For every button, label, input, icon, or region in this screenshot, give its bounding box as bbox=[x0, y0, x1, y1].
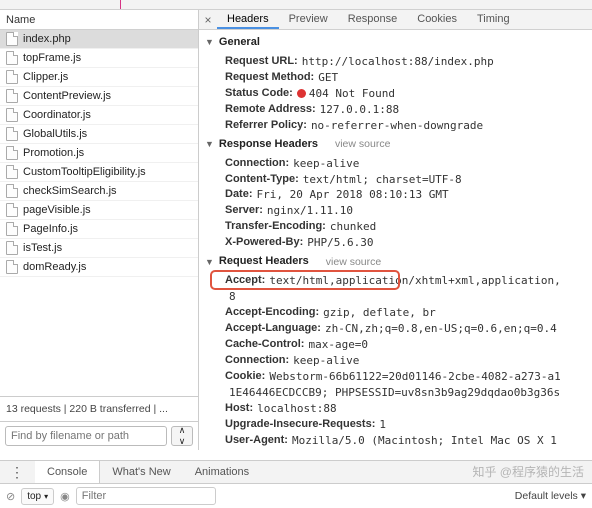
drawer-tab-what-s-new[interactable]: What's New bbox=[100, 461, 182, 483]
clear-console-icon[interactable]: ⊘ bbox=[6, 490, 15, 503]
log-levels-selector[interactable]: Default levels ▾ bbox=[515, 490, 586, 502]
file-name-label: Clipper.js bbox=[23, 71, 68, 83]
file-row[interactable]: GlobalUtils.js bbox=[0, 125, 198, 144]
file-icon bbox=[6, 184, 18, 198]
file-name-label: index.php bbox=[23, 33, 71, 45]
file-name-label: GlobalUtils.js bbox=[23, 128, 87, 140]
name-column-header[interactable]: Name bbox=[0, 10, 198, 30]
console-toolbar: ⊘ top▾ ◉ Default levels ▾ bbox=[0, 484, 592, 508]
header-row: Host:localhost:88 bbox=[205, 401, 592, 417]
file-name-label: ContentPreview.js bbox=[23, 90, 111, 102]
network-file-panel: Name index.php topFrame.js Clipper.js Conte… bbox=[0, 10, 199, 450]
file-row[interactable]: PageInfo.js bbox=[0, 220, 198, 239]
header-row: Referrer Policy:no-referrer-when-downgra… bbox=[205, 118, 592, 134]
filter-dropdown-button[interactable]: ∧∨ bbox=[171, 426, 193, 446]
file-name-label: checkSimSearch.js bbox=[23, 185, 117, 197]
file-icon bbox=[6, 203, 18, 217]
disclosure-triangle-icon: ▼ bbox=[205, 36, 214, 49]
header-row: Accept-Language:zh-CN,zh;q=0.8,en-US;q=0… bbox=[205, 321, 592, 337]
tab-preview[interactable]: Preview bbox=[279, 10, 338, 29]
file-name-label: Promotion.js bbox=[23, 147, 84, 159]
file-icon bbox=[6, 241, 18, 255]
header-row: User-Agent:Mozilla/5.0 (Macintosh; Intel… bbox=[205, 433, 592, 449]
file-row[interactable]: domReady.js bbox=[0, 258, 198, 277]
tab-cookies[interactable]: Cookies bbox=[407, 10, 467, 29]
file-row[interactable]: Coordinator.js bbox=[0, 106, 198, 125]
header-row: Transfer-Encoding:chunked bbox=[205, 219, 592, 235]
file-name-label: pageVisible.js bbox=[23, 204, 91, 216]
console-filter-input[interactable] bbox=[76, 487, 216, 505]
file-icon bbox=[6, 222, 18, 236]
section-header[interactable]: ▼Response Headersview source bbox=[205, 134, 592, 156]
file-name-label: isTest.js bbox=[23, 242, 62, 254]
file-icon bbox=[6, 146, 18, 160]
drawer-tab-console[interactable]: Console bbox=[35, 461, 100, 483]
tab-timing[interactable]: Timing bbox=[467, 10, 520, 29]
disclosure-triangle-icon: ▼ bbox=[205, 256, 214, 269]
header-row: Request Method:GET bbox=[205, 70, 592, 86]
header-row: Content-Type:text/html; charset=UTF-8 bbox=[205, 172, 592, 188]
file-icon bbox=[6, 70, 18, 84]
tab-response[interactable]: Response bbox=[338, 10, 408, 29]
header-row: Cache-Control:max-age=0 bbox=[205, 337, 592, 353]
request-detail-panel: × HeadersPreviewResponseCookiesTiming ▼G… bbox=[199, 10, 592, 450]
drawer-tab-bar: ⋮ ConsoleWhat's NewAnimations bbox=[0, 460, 592, 484]
disclosure-triangle-icon: ▼ bbox=[205, 138, 214, 151]
file-icon bbox=[6, 51, 18, 65]
file-icon bbox=[6, 32, 18, 46]
file-row[interactable]: checkSimSearch.js bbox=[0, 182, 198, 201]
file-row[interactable]: ContentPreview.js bbox=[0, 87, 198, 106]
file-row[interactable]: topFrame.js bbox=[0, 49, 198, 68]
header-row: X-Powered-By:PHP/5.6.30 bbox=[205, 235, 592, 251]
file-icon bbox=[6, 260, 18, 274]
header-row: Remote Address:127.0.0.1:88 bbox=[205, 102, 592, 118]
header-row: Request URL:http://localhost:88/index.ph… bbox=[205, 54, 592, 70]
drawer-menu-icon[interactable]: ⋮ bbox=[0, 464, 35, 481]
file-icon bbox=[6, 89, 18, 103]
eye-icon[interactable]: ◉ bbox=[60, 490, 70, 503]
drawer-tab-animations[interactable]: Animations bbox=[183, 461, 261, 483]
find-file-input[interactable] bbox=[5, 426, 167, 446]
file-row[interactable]: Clipper.js bbox=[0, 68, 198, 87]
section-header[interactable]: ▼Request Headersview source bbox=[205, 251, 592, 273]
header-row: Connection:keep-alive bbox=[205, 156, 592, 172]
file-icon bbox=[6, 108, 18, 122]
header-row: 1E46446ECDCCB9; PHPSESSID=uv8sn3b9ag29dq… bbox=[205, 385, 592, 401]
header-row: Connection:keep-alive bbox=[205, 353, 592, 369]
file-name-label: topFrame.js bbox=[23, 52, 81, 64]
view-source-link[interactable]: view source bbox=[335, 137, 390, 152]
file-icon bbox=[6, 165, 18, 179]
header-row: 8 bbox=[205, 289, 592, 305]
header-row: Cookie:Webstorm-66b61122=20d01146-2cbe-4… bbox=[205, 369, 592, 385]
file-row[interactable]: CustomTooltipEligibility.js bbox=[0, 163, 198, 182]
file-name-label: Coordinator.js bbox=[23, 109, 91, 121]
file-row[interactable]: index.php bbox=[0, 30, 198, 49]
header-row: Upgrade-Insecure-Requests:1 bbox=[205, 417, 592, 433]
header-row: Date:Fri, 20 Apr 2018 08:10:13 GMT bbox=[205, 187, 592, 203]
file-name-label: domReady.js bbox=[23, 261, 86, 273]
file-list: index.php topFrame.js Clipper.js ContentPre… bbox=[0, 30, 198, 396]
file-row[interactable]: pageVisible.js bbox=[0, 201, 198, 220]
file-name-label: PageInfo.js bbox=[23, 223, 78, 235]
view-source-link[interactable]: view source bbox=[326, 255, 381, 270]
file-name-label: CustomTooltipEligibility.js bbox=[23, 166, 146, 178]
section-header[interactable]: ▼General bbox=[205, 32, 592, 54]
header-row: Accept:text/html,application/xhtml+xml,a… bbox=[205, 273, 592, 289]
tab-headers[interactable]: Headers bbox=[217, 10, 279, 29]
context-selector[interactable]: top▾ bbox=[21, 488, 54, 505]
status-dot-icon bbox=[297, 89, 306, 98]
header-row: Status Code:404 Not Found bbox=[205, 86, 592, 102]
file-row[interactable]: Promotion.js bbox=[0, 144, 198, 163]
close-icon[interactable]: × bbox=[199, 10, 217, 29]
header-row: Accept-Encoding:gzip, deflate, br bbox=[205, 305, 592, 321]
file-row[interactable]: isTest.js bbox=[0, 239, 198, 258]
header-row: Server:nginx/1.11.10 bbox=[205, 203, 592, 219]
network-status-text: 13 requests | 220 B transferred | ... bbox=[0, 396, 198, 421]
file-icon bbox=[6, 127, 18, 141]
